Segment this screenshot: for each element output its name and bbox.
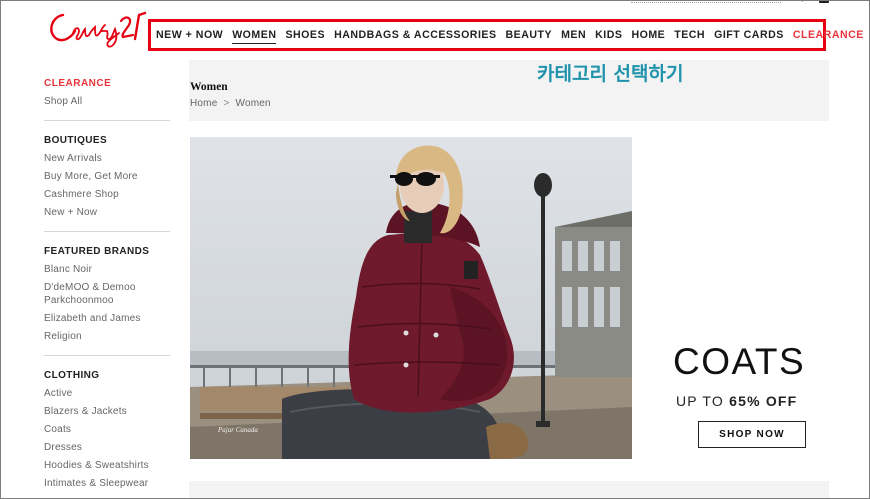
sidebar-item-elizabeth-and-james[interactable]: Elizabeth and James	[44, 310, 170, 328]
sidebar-item-cashmere-shop[interactable]: Cashmere Shop	[44, 186, 170, 204]
sidebar-clearance-link[interactable]: CLEARANCE	[44, 77, 170, 93]
nav-item-women[interactable]: WOMEN	[232, 28, 277, 44]
utility-links[interactable]	[631, 1, 781, 3]
nav-item-new-now[interactable]: NEW + NOW	[156, 28, 223, 44]
sidebar-divider	[44, 355, 170, 356]
sidebar-item-religion[interactable]: Religion	[44, 328, 170, 346]
page-title: Women	[190, 81, 228, 93]
nav-item-tech[interactable]: TECH	[674, 28, 705, 44]
nav-item-shoes[interactable]: SHOES	[285, 28, 325, 44]
sidebar-item-new-now[interactable]: New + Now	[44, 204, 170, 222]
sidebar-item-ddemoo[interactable]: D'deMOO & Demoo Parkchoonmoo	[44, 279, 170, 310]
sidebar-section-featured-brands: FEATURED BRANDS	[44, 246, 150, 257]
breadcrumb-separator: >	[223, 98, 230, 109]
banner-photo[interactable]: Pajar Canada	[190, 137, 632, 459]
shop-now-button[interactable]: SHOP NOW	[698, 421, 806, 448]
browser-frame: NEW + NOW WOMEN SHOES HANDBAGS & ACCESSO…	[0, 0, 870, 499]
divider	[802, 1, 803, 2]
banner-subline-prefix: UP TO	[676, 393, 730, 409]
sidebar-item-blanc-noir[interactable]: Blanc Noir	[44, 261, 170, 279]
nav-item-kids[interactable]: KIDS	[595, 28, 622, 44]
banner-discount: 65% OFF	[729, 393, 798, 409]
sidebar-item-blazers-jackets[interactable]: Blazers & Jackets	[44, 403, 170, 421]
nav-item-men[interactable]: MEN	[561, 28, 586, 44]
annotation-text: 카테고리 선택하기	[537, 63, 684, 85]
top-utility-bar	[591, 1, 831, 5]
nav-item-handbags-accessories[interactable]: HANDBAGS & ACCESSORIES	[334, 28, 496, 44]
model-coat-photo-icon	[190, 137, 632, 459]
sidebar-item-dresses[interactable]: Dresses	[44, 439, 170, 457]
sidebar-section-boutiques: BOUTIQUES	[44, 135, 108, 146]
sidebar-item-new-arrivals[interactable]: New Arrivals	[44, 150, 170, 168]
sidebar-shop-all-link[interactable]: Shop All	[44, 93, 170, 111]
century21-logo[interactable]	[45, 5, 153, 49]
shopping-bag-icon[interactable]	[819, 1, 829, 3]
sidebar-item-intimates-sleepwear[interactable]: Intimates & Sleepwear	[44, 475, 170, 493]
logo-script-icon	[50, 11, 147, 48]
nav-item-home[interactable]: HOME	[631, 28, 665, 44]
main-nav: NEW + NOW WOMEN SHOES HANDBAGS & ACCESSO…	[156, 28, 864, 44]
nav-item-beauty[interactable]: BEAUTY	[506, 28, 553, 44]
banner-headline: COATS	[673, 341, 806, 382]
sidebar-divider	[44, 120, 170, 121]
nav-item-gift-cards[interactable]: GIFT CARDS	[714, 28, 784, 44]
sidebar-item-hoodies-sweatshirts[interactable]: Hoodies & Sweatshirts	[44, 457, 170, 475]
sidebar-section-clothing: CLOTHING	[44, 370, 100, 381]
sidebar-item-active[interactable]: Active	[44, 385, 170, 403]
nav-item-clearance[interactable]: CLEARANCE	[793, 28, 864, 44]
breadcrumb-home[interactable]: Home	[190, 98, 217, 109]
banner-subline: UP TO 65% OFF	[676, 393, 797, 409]
breadcrumb-current: Women	[235, 98, 271, 109]
photo-caption: Pajar Canada	[218, 426, 258, 434]
sidebar-item-buy-more-get-more[interactable]: Buy More, Get More	[44, 168, 170, 186]
sidebar-item-coats[interactable]: Coats	[44, 421, 170, 439]
sidebar: CLEARANCE Shop All BOUTIQUES New Arrival…	[44, 77, 170, 493]
sidebar-divider	[44, 231, 170, 232]
breadcrumb: Home > Women	[190, 98, 271, 109]
